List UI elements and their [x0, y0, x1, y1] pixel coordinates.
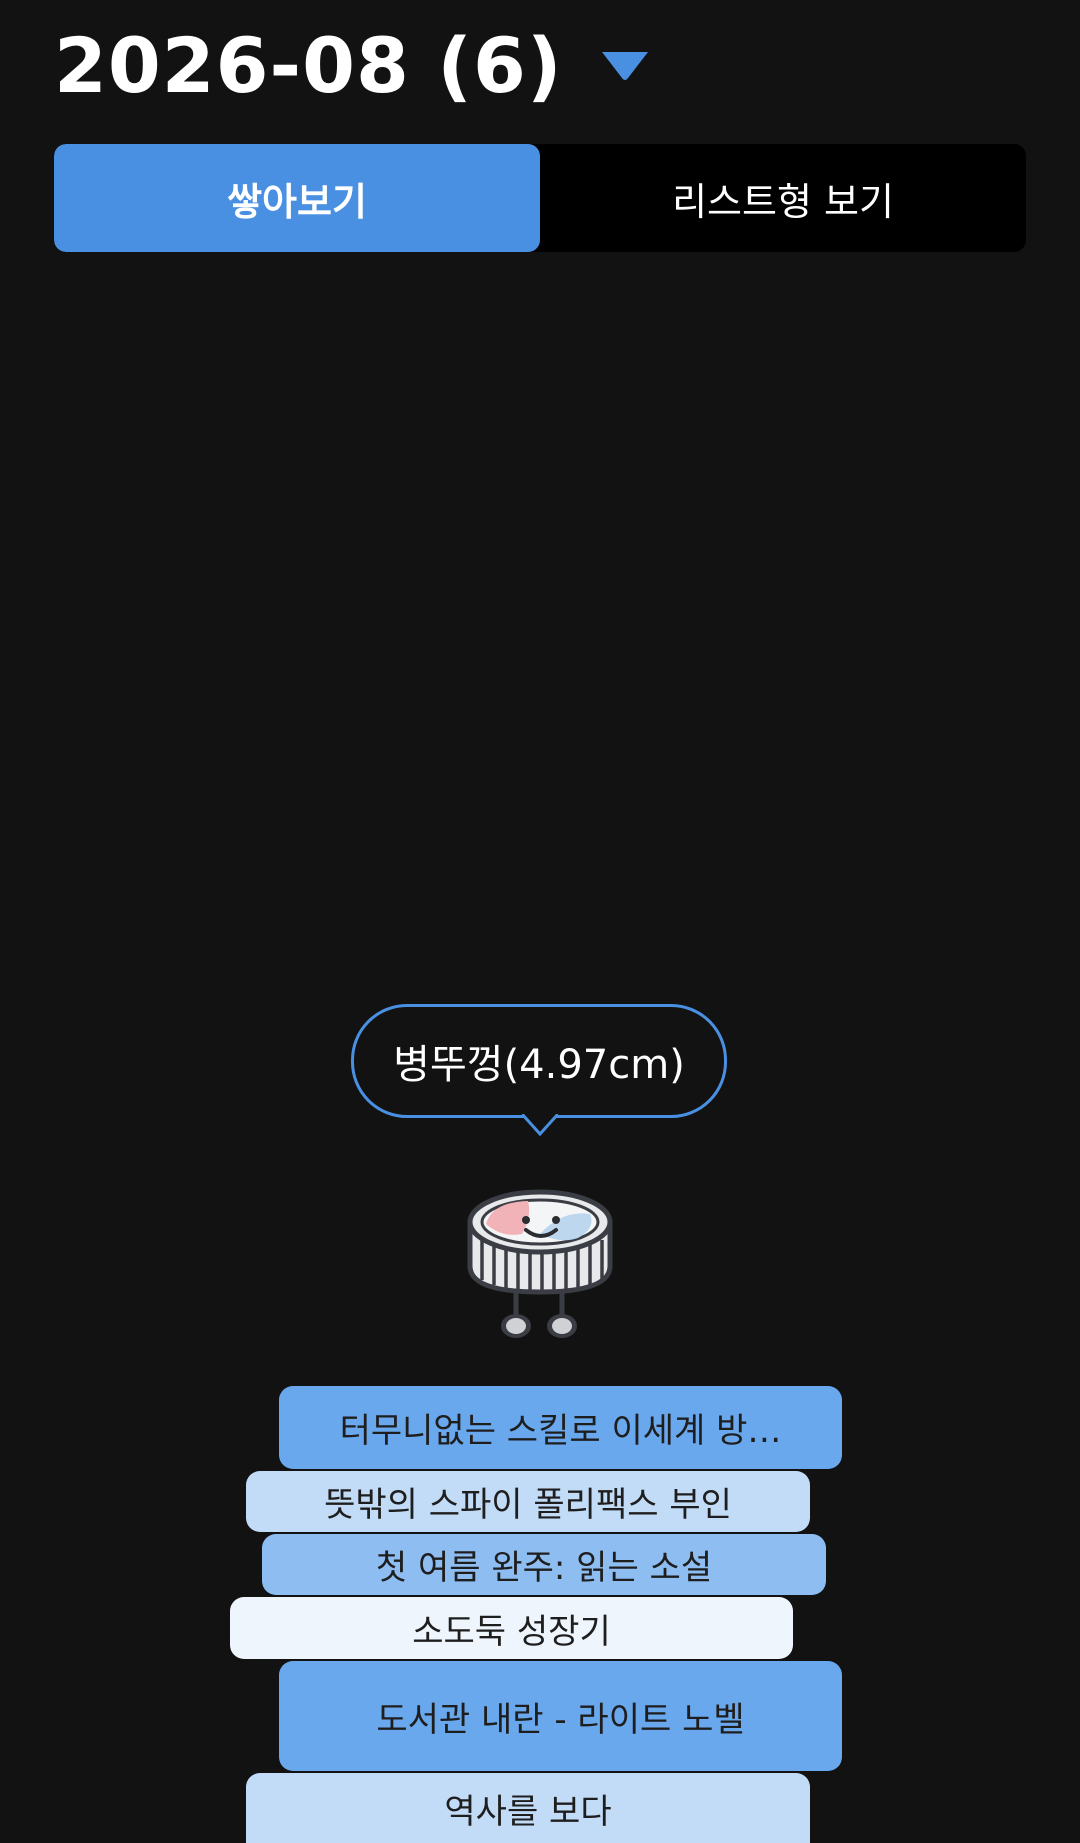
bottle-cap-mascot-icon[interactable]	[462, 1184, 618, 1344]
month-dropdown-button[interactable]	[597, 46, 653, 86]
tab-list-view[interactable]: 리스트형 보기	[540, 144, 1026, 252]
book-item[interactable]: 뜻밖의 스파이 폴리팩스 부인	[246, 1471, 810, 1532]
book-item[interactable]: 터무니없는 스킬로 이세계 방…	[279, 1386, 842, 1469]
tab-stack-view[interactable]: 쌓아보기	[54, 144, 540, 252]
speech-bubble-tail	[522, 1114, 558, 1137]
book-item[interactable]: 도서관 내란 - 라이트 노벨	[279, 1661, 842, 1771]
caret-down-icon	[601, 52, 648, 80]
book-item[interactable]: 첫 여름 완주: 읽는 소설	[262, 1534, 826, 1595]
view-mode-toggle: 쌓아보기 리스트형 보기	[54, 144, 1026, 252]
book-item[interactable]: 소도둑 성장기	[230, 1597, 793, 1659]
height-speech-bubble: 병뚜껑(4.97cm)	[351, 1004, 727, 1118]
month-title[interactable]: 2026-08 (6)	[54, 28, 563, 104]
header: 2026-08 (6)	[54, 18, 653, 114]
